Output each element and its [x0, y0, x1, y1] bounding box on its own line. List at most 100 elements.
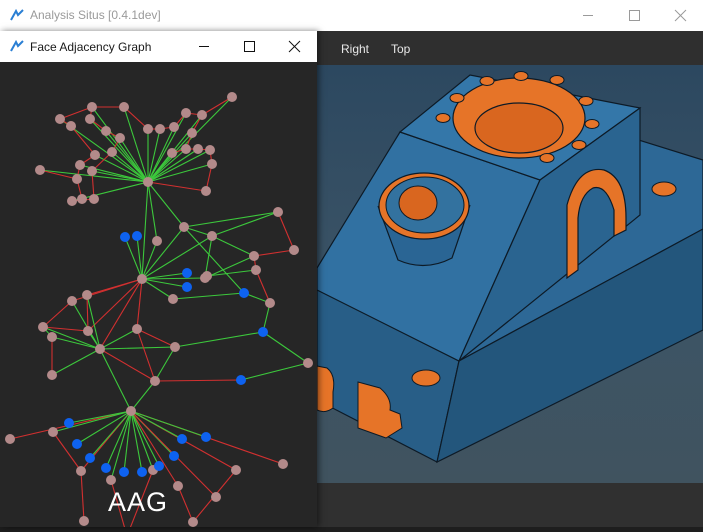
graph-node[interactable]: [231, 465, 241, 475]
graph-edge-concave: [277, 211, 295, 251]
graph-edge-convex: [174, 331, 264, 348]
graph-node[interactable]: [132, 324, 142, 334]
graph-node[interactable]: [197, 110, 207, 120]
graph-node-highlighted[interactable]: [132, 231, 142, 241]
graph-node[interactable]: [181, 108, 191, 118]
graph-edge-convex: [91, 106, 149, 183]
graph-node[interactable]: [251, 265, 261, 275]
adjacency-graph[interactable]: [0, 62, 317, 532]
close-button[interactable]: [657, 0, 703, 31]
graph-node[interactable]: [188, 517, 198, 527]
graph-node[interactable]: [202, 271, 212, 281]
graph-node[interactable]: [155, 124, 165, 134]
graph-node[interactable]: [201, 186, 211, 196]
graph-close-button[interactable]: [271, 31, 317, 62]
graph-node[interactable]: [207, 159, 217, 169]
graph-node-highlighted[interactable]: [169, 451, 179, 461]
graph-node[interactable]: [168, 294, 178, 304]
graph-node[interactable]: [35, 165, 45, 175]
graph-node[interactable]: [150, 376, 160, 386]
graph-node[interactable]: [169, 122, 179, 132]
graph-node[interactable]: [87, 102, 97, 112]
graph-node[interactable]: [85, 114, 95, 124]
graph-node[interactable]: [278, 459, 288, 469]
graph-node[interactable]: [107, 147, 117, 157]
minimize-button[interactable]: [565, 0, 611, 31]
graph-node[interactable]: [76, 466, 86, 476]
graph-node[interactable]: [95, 344, 105, 354]
graph-node-highlighted[interactable]: [182, 268, 192, 278]
graph-canvas[interactable]: [0, 62, 317, 532]
graph-node[interactable]: [101, 126, 111, 136]
cad-part-model[interactable]: [317, 65, 703, 483]
maximize-button[interactable]: [611, 0, 657, 31]
graph-node-highlighted[interactable]: [239, 288, 249, 298]
graph-node[interactable]: [143, 177, 153, 187]
graph-node[interactable]: [170, 342, 180, 352]
graph-node[interactable]: [90, 150, 100, 160]
graph-node[interactable]: [179, 222, 189, 232]
graph-node[interactable]: [47, 370, 57, 380]
graph-node[interactable]: [48, 427, 58, 437]
graph-node[interactable]: [227, 92, 237, 102]
graph-node-highlighted[interactable]: [258, 327, 268, 337]
graph-node[interactable]: [115, 133, 125, 143]
graph-node[interactable]: [143, 124, 153, 134]
graph-node[interactable]: [187, 128, 197, 138]
graph-node[interactable]: [5, 434, 15, 444]
graph-node[interactable]: [87, 166, 97, 176]
graph-node[interactable]: [137, 274, 147, 284]
graph-node-highlighted[interactable]: [72, 439, 82, 449]
graph-node[interactable]: [249, 251, 259, 261]
graph-node-highlighted[interactable]: [201, 432, 211, 442]
graph-edge-convex: [154, 346, 176, 382]
graph-node-highlighted[interactable]: [182, 282, 192, 292]
graph-node[interactable]: [265, 298, 275, 308]
face-adjacency-graph-window[interactable]: Face Adjacency Graph AAG: [0, 31, 317, 532]
graph-node[interactable]: [119, 102, 129, 112]
graph-node[interactable]: [173, 481, 183, 491]
graph-node-highlighted[interactable]: [154, 461, 164, 471]
graph-node[interactable]: [89, 194, 99, 204]
graph-node[interactable]: [152, 236, 162, 246]
graph-node[interactable]: [106, 475, 116, 485]
graph-node-highlighted[interactable]: [236, 375, 246, 385]
graph-node-highlighted[interactable]: [177, 434, 187, 444]
graph-minimize-button[interactable]: [181, 31, 227, 62]
graph-node[interactable]: [75, 160, 85, 170]
graph-node[interactable]: [47, 332, 57, 342]
graph-node[interactable]: [273, 207, 283, 217]
graph-node[interactable]: [181, 144, 191, 154]
graph-node-highlighted[interactable]: [101, 463, 111, 473]
graph-node[interactable]: [72, 174, 82, 184]
graph-node[interactable]: [193, 144, 203, 154]
graph-node[interactable]: [289, 245, 299, 255]
graph-node-highlighted[interactable]: [64, 418, 74, 428]
graph-node-highlighted[interactable]: [85, 453, 95, 463]
view-right-button[interactable]: Right: [341, 42, 369, 56]
3d-viewport[interactable]: [317, 65, 703, 483]
graph-node[interactable]: [79, 516, 89, 526]
graph-node[interactable]: [167, 148, 177, 158]
graph-node[interactable]: [126, 406, 136, 416]
graph-node[interactable]: [67, 296, 77, 306]
graph-maximize-button[interactable]: [226, 31, 272, 62]
graph-node-highlighted[interactable]: [120, 232, 130, 242]
graph-node[interactable]: [82, 290, 92, 300]
view-top-button[interactable]: Top: [391, 42, 410, 56]
graph-edge-concave: [70, 125, 96, 156]
graph-node[interactable]: [205, 145, 215, 155]
graph-node-highlighted[interactable]: [119, 467, 129, 477]
graph-node[interactable]: [66, 121, 76, 131]
maximize-icon: [244, 41, 255, 52]
graph-node[interactable]: [55, 114, 65, 124]
graph-node[interactable]: [67, 196, 77, 206]
app-logo-icon: [10, 9, 24, 21]
graph-node[interactable]: [211, 492, 221, 502]
graph-node-highlighted[interactable]: [137, 467, 147, 477]
graph-node[interactable]: [303, 358, 313, 368]
graph-node[interactable]: [77, 194, 87, 204]
graph-node[interactable]: [207, 231, 217, 241]
graph-node[interactable]: [38, 322, 48, 332]
graph-node[interactable]: [83, 326, 93, 336]
